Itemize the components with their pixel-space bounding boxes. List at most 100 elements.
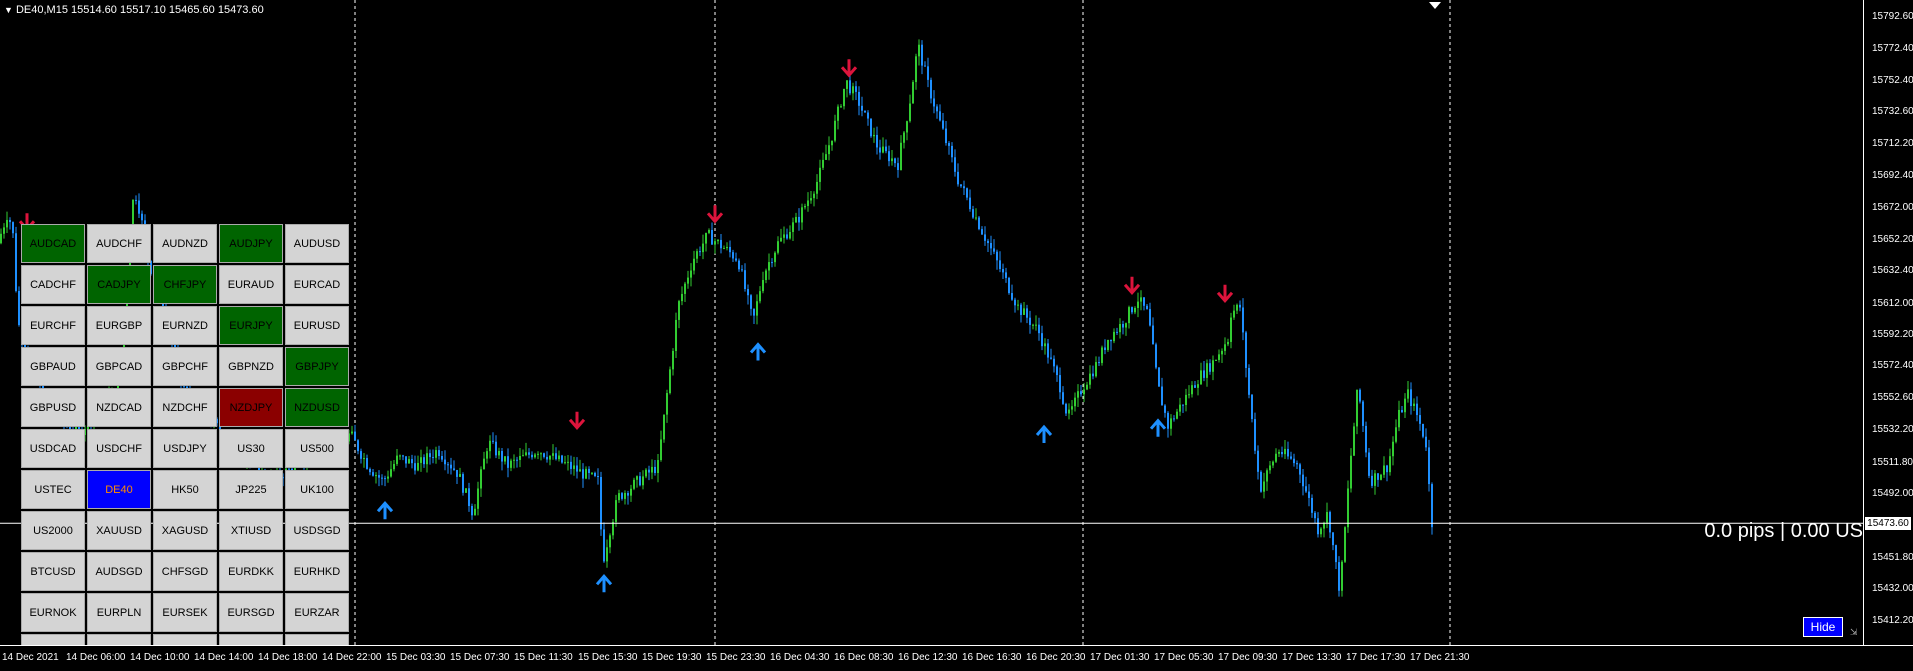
symbol-button-gbpcad[interactable]: GBPCAD xyxy=(87,347,151,386)
symbol-button-hk50[interactable]: HK50 xyxy=(153,470,217,509)
candle-body xyxy=(615,500,617,522)
candle-body xyxy=(528,452,530,455)
candle-body xyxy=(1074,397,1076,407)
candle-body xyxy=(1203,370,1205,378)
symbol-button-xagusd[interactable]: XAGUSD xyxy=(153,511,217,550)
hide-button[interactable]: Hide xyxy=(1803,617,1843,637)
symbol-button-btcusd[interactable]: BTCUSD xyxy=(21,552,85,591)
symbol-button-audchf[interactable]: AUDCHF xyxy=(87,224,151,263)
candle-body xyxy=(1047,343,1049,358)
time-tick-label: 14 Dec 22:00 xyxy=(322,652,382,663)
symbol-button-eurpln[interactable]: EURPLN xyxy=(87,593,151,632)
symbol-button-eurcad[interactable]: EURCAD xyxy=(285,265,349,304)
symbol-button-us2000[interactable]: US2000 xyxy=(21,511,85,550)
symbol-button-gbpaud[interactable]: GBPAUD xyxy=(21,347,85,386)
price-scale[interactable]: 15792.60 15772.40 15752.40 15732.60 15712.20… xyxy=(1863,0,1913,645)
symbol-button-eurdkk[interactable]: EURDKK xyxy=(219,552,283,591)
candle-body xyxy=(999,260,1001,270)
scale-fix-icon[interactable]: ⇲ xyxy=(1850,628,1858,638)
symbol-button-eursek[interactable]: EURSEK xyxy=(153,593,217,632)
candle-body xyxy=(435,450,437,458)
symbol-button-audsgd[interactable]: AUDSGD xyxy=(87,552,151,591)
symbol-button-audjpy[interactable]: AUDJPY xyxy=(219,224,283,263)
candle-body xyxy=(933,98,935,107)
time-scale[interactable]: 14 Dec 2021 14 Dec 06:00 14 Dec 10:00 14 De… xyxy=(0,645,1913,671)
symbol-button-eurgbp[interactable]: EURGBP xyxy=(87,306,151,345)
symbol-button-eurzar[interactable]: EURZAR xyxy=(285,593,349,632)
candle-body xyxy=(606,547,608,562)
candle-body xyxy=(558,455,560,460)
symbol-button-audnzd[interactable]: AUDNZD xyxy=(153,224,217,263)
symbol-button-nzdchf[interactable]: NZDCHF xyxy=(153,388,217,427)
symbol-button-usdchf[interactable]: USDCHF xyxy=(87,429,151,468)
candle-body xyxy=(957,171,959,185)
candle-body xyxy=(525,452,527,456)
candle-body xyxy=(402,455,404,457)
symbol-button-eurhkd[interactable]: EURHKD xyxy=(285,552,349,591)
candle-body xyxy=(918,44,920,57)
symbol-button-audusd[interactable]: AUDUSD xyxy=(285,224,349,263)
candle-body xyxy=(1221,350,1223,355)
candle-body xyxy=(1116,331,1118,333)
time-tick-label: 15 Dec 23:30 xyxy=(706,652,766,663)
symbol-button-nzdjpy[interactable]: NZDJPY xyxy=(219,388,283,427)
candle-body xyxy=(705,232,707,244)
symbol-button-eurjpy[interactable]: EURJPY xyxy=(219,306,283,345)
symbol-button-jp225[interactable]: JP225 xyxy=(219,470,283,509)
candle-body xyxy=(750,295,752,309)
symbol-button-ustec[interactable]: USTEC xyxy=(21,470,85,509)
symbol-button-uk100[interactable]: UK100 xyxy=(285,470,349,509)
candle-body xyxy=(627,492,629,496)
candle-body xyxy=(1161,386,1163,406)
symbol-button-gbpchf[interactable]: GBPCHF xyxy=(153,347,217,386)
candle-body xyxy=(546,456,548,460)
symbol-button-nzdusd[interactable]: NZDUSD xyxy=(285,388,349,427)
candle-body xyxy=(807,200,809,206)
symbol-button-eursgd[interactable]: EURSGD xyxy=(219,593,283,632)
candle-body xyxy=(567,461,569,463)
symbol-button-eurnok[interactable]: EURNOK xyxy=(21,593,85,632)
candle-body xyxy=(1272,461,1274,466)
symbol-button-eurchf[interactable]: EURCHF xyxy=(21,306,85,345)
menu-triangle-icon[interactable]: ▼ xyxy=(4,5,13,15)
candle-body xyxy=(744,270,746,290)
candle-body xyxy=(1263,481,1265,492)
candle-body xyxy=(657,460,659,473)
symbol-button-eurnzd[interactable]: EURNZD xyxy=(153,306,217,345)
symbol-button-de40[interactable]: DE40 xyxy=(87,470,151,509)
symbol-button-chfjpy[interactable]: CHFJPY xyxy=(153,265,217,304)
candle-body xyxy=(1395,427,1397,442)
symbol-button-audcad[interactable]: AUDCAD xyxy=(21,224,85,263)
symbol-button-gbpusd[interactable]: GBPUSD xyxy=(21,388,85,427)
candle-body xyxy=(801,207,803,223)
buy-signal-arrow-icon xyxy=(595,574,613,593)
symbol-button-xtiusd[interactable]: XTIUSD xyxy=(219,511,283,550)
symbol-button-chfsgd[interactable]: CHFSGD xyxy=(153,552,217,591)
symbol-button-usdjpy[interactable]: USDJPY xyxy=(153,429,217,468)
candle-body xyxy=(1404,398,1406,413)
symbol-button-gbpnzd[interactable]: GBPNZD xyxy=(219,347,283,386)
symbol-button-eurusd[interactable]: EURUSD xyxy=(285,306,349,345)
symbol-button-cadjpy[interactable]: CADJPY xyxy=(87,265,151,304)
candle-body xyxy=(426,453,428,465)
candle-body xyxy=(630,488,632,496)
candle-body xyxy=(912,82,914,104)
symbol-button-usdsgd[interactable]: USDSGD xyxy=(285,511,349,550)
chart-area[interactable]: ▼ DE40,M15 15514.60 15517.10 15465.60 15… xyxy=(0,0,1863,653)
candle-body xyxy=(0,233,2,244)
candle-body xyxy=(921,44,923,66)
candle-body xyxy=(1422,423,1424,437)
symbol-button-euraud[interactable]: EURAUD xyxy=(219,265,283,304)
candle-body xyxy=(816,181,818,194)
symbol-button-gbpjpy[interactable]: GBPJPY xyxy=(285,347,349,386)
symbol-button-xauusd[interactable]: XAUUSD xyxy=(87,511,151,550)
symbol-button-cadchf[interactable]: CADCHF xyxy=(21,265,85,304)
candle-body xyxy=(654,466,656,473)
symbol-button-nzdcad[interactable]: NZDCAD xyxy=(87,388,151,427)
symbol-button-us30[interactable]: US30 xyxy=(219,429,283,468)
candle-body xyxy=(1146,305,1148,310)
symbol-button-us500[interactable]: US500 xyxy=(285,429,349,468)
symbol-button-usdcad[interactable]: USDCAD xyxy=(21,429,85,468)
candle-body xyxy=(1167,412,1169,429)
chart-shift-marker-icon[interactable] xyxy=(1429,2,1441,9)
